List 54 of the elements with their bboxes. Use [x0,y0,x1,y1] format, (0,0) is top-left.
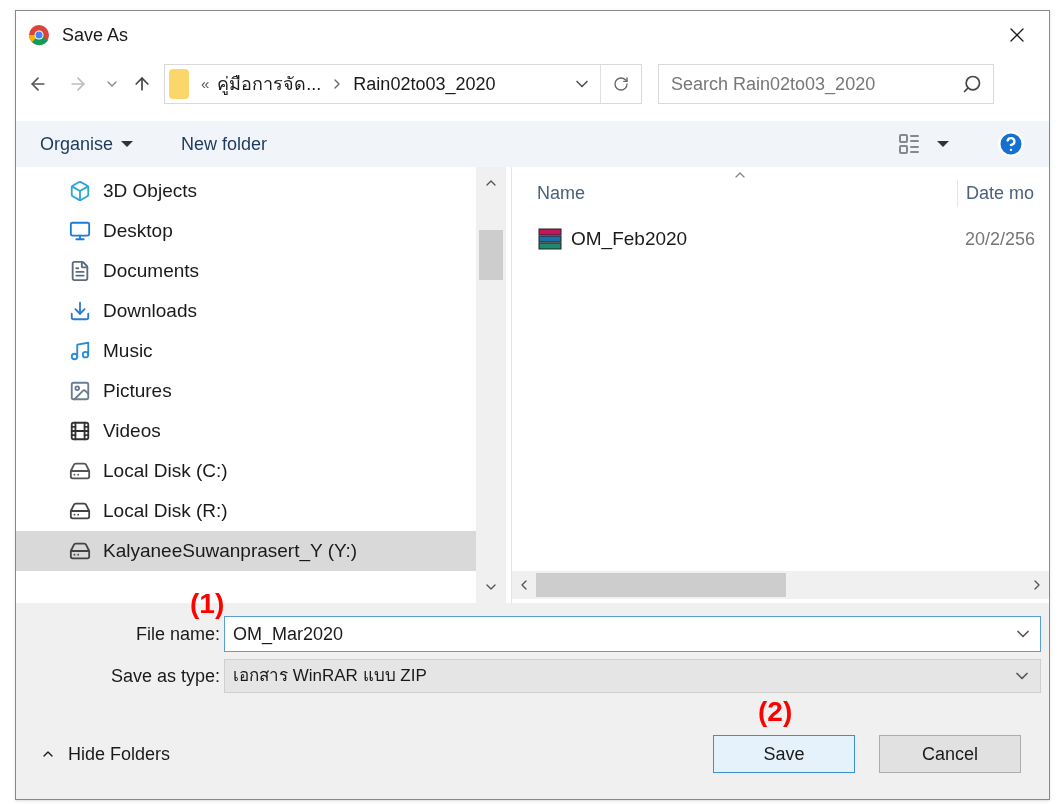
save-button[interactable]: Save [713,735,855,773]
scrollbar-thumb[interactable] [536,573,786,597]
help-icon[interactable] [997,130,1025,158]
scrollbar-thumb[interactable] [479,230,503,280]
breadcrumb-overflow[interactable]: « [201,72,210,96]
column-header[interactable]: Name [537,180,957,207]
date-cell-text: 20/2/256 [964,227,1036,251]
address-bar[interactable]: « คู่มือการจัด... Rain02to03_2020 [164,64,642,104]
navigation-item[interactable]: 3D Objects [16,171,476,211]
horizontal-scrollbar[interactable] [512,571,1049,599]
browser-logo-icon [28,24,50,46]
archive-icon [537,226,563,252]
save-type-dropdown[interactable]: เอกสาร WinRAR แบบ ZIP [224,659,1041,693]
dropdown-arrow-icon[interactable] [937,141,949,147]
file-name-field[interactable]: OM_Mar2020 [224,616,1041,652]
document-icon [69,260,91,282]
cube-icon [69,180,91,202]
music-note-icon [69,340,91,362]
download-icon [69,300,91,322]
navigation-item[interactable]: Downloads [16,291,476,331]
navigation-item[interactable]: Documents [16,251,476,291]
drive-icon [69,540,91,562]
vertical-scrollbar[interactable] [476,167,506,603]
drive-icon [69,460,91,482]
search-field[interactable]: Search Rain02to03_2020 [658,64,994,104]
dropdown-arrow-icon [121,141,134,147]
breadcrumb[interactable]: คู่มือการจัด... [217,70,322,98]
search-icon [962,74,982,94]
annotation-label: (1) [190,587,225,621]
folder-icon [169,69,189,99]
picture-icon [69,380,91,402]
navigation-item[interactable]: Pictures [16,371,476,411]
navigation-item[interactable]: KalyaneeSuwanprasert_Y (Y:) [16,531,476,571]
navigation-item[interactable]: Local Disk (R:) [16,491,476,531]
window-title: Save As [62,23,129,47]
column-header[interactable]: Date mo [957,180,1035,207]
refresh-icon[interactable] [613,76,629,92]
new-folder-button[interactable]: New folder [181,130,268,158]
organise-menu[interactable]: Organise [40,130,134,158]
navigation-item[interactable]: Music [16,331,476,371]
annotation-label: (2) [758,695,793,729]
hide-folders-button[interactable]: Hide Folders [40,740,171,768]
cancel-button[interactable]: Cancel [879,735,1021,773]
navigation-item[interactable]: Videos [16,411,476,451]
view-options-icon[interactable] [897,132,921,156]
navigation-item[interactable]: Local Disk (C:) [16,451,476,491]
file-row[interactable]: OM_Feb2020 [537,224,957,254]
save-type-label: Save as type: [109,664,221,688]
breadcrumb[interactable]: Rain02to03_2020 [353,70,496,98]
monitor-icon [69,220,91,242]
drive-icon [69,500,91,522]
navigation-item[interactable]: Desktop [16,211,476,251]
file-name-label: File name: [134,622,221,646]
film-icon [69,420,91,442]
